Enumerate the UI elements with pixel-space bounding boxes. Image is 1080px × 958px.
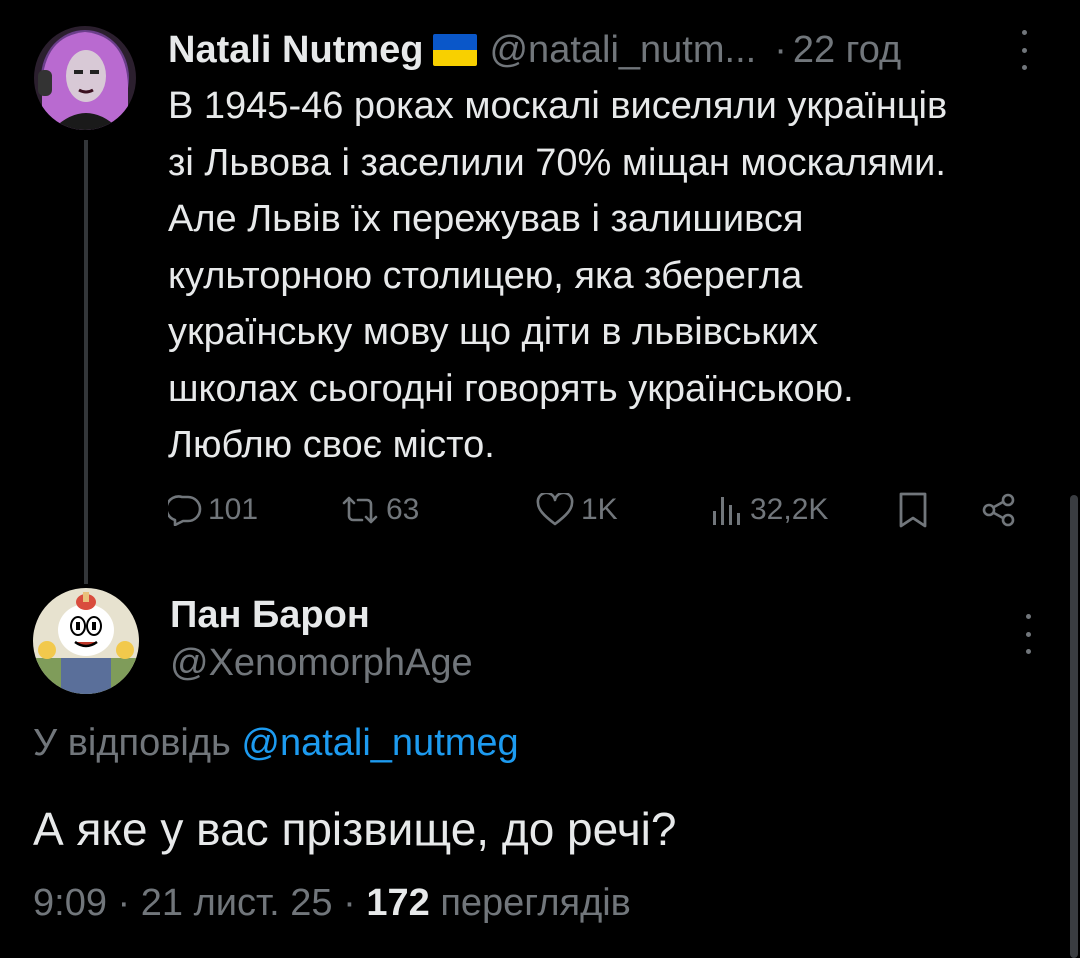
- reply-icon: [168, 495, 202, 526]
- like-count: 1K: [581, 493, 618, 526]
- views-chart-icon: [713, 497, 740, 525]
- tweet-text: В 1945-46 роках москалі виселяли українц…: [168, 78, 1058, 474]
- scrollbar[interactable]: [1070, 495, 1078, 958]
- reply-author-handle[interactable]: @XenomorphAge: [170, 642, 473, 685]
- natali-avatar-image: [34, 26, 136, 130]
- tweet-text-line: Але Львів їх пережував і залишився: [168, 198, 804, 240]
- repost-icon: [342, 496, 378, 524]
- tweet-text-line: українську мову що діти в львівських: [168, 311, 819, 353]
- tweet-author-handle[interactable]: @natali_nutm...: [489, 29, 756, 72]
- natali-avatar[interactable]: [34, 26, 136, 130]
- pan-baron-avatar-image: [33, 588, 139, 694]
- replying-to-mention[interactable]: @natali_nutmeg: [241, 722, 518, 764]
- tweet-text-line: культорною столицею, яка зберегла: [168, 254, 803, 297]
- reply-views-label: переглядів: [440, 882, 631, 924]
- tweet-header: Natali Nutmeg @natali_nutm... · 22 год: [168, 26, 901, 74]
- ukraine-flag-icon: [433, 34, 478, 66]
- heart-icon: [536, 493, 574, 526]
- reply-count: 101: [208, 493, 259, 526]
- reply-more-options-icon[interactable]: [1018, 614, 1038, 654]
- reply-time[interactable]: 9:09: [33, 882, 107, 924]
- pan-baron-avatar[interactable]: [33, 588, 139, 694]
- share-icon: [982, 493, 1015, 527]
- share-button[interactable]: [980, 486, 1020, 534]
- reply-author-name[interactable]: Пан Барон: [170, 594, 370, 637]
- replying-to-line: У відповідь @natali_nutmeg: [33, 722, 519, 765]
- tweet-author-name[interactable]: Natali Nutmeg: [168, 29, 423, 72]
- repost-count: 63: [386, 493, 420, 526]
- reply-views-count: 172: [366, 882, 430, 924]
- reply-date[interactable]: 21 лист. 25: [141, 882, 333, 924]
- bookmark-button[interactable]: [896, 486, 930, 534]
- like-button[interactable]: 1K: [535, 486, 618, 534]
- tweet-text-line: В 1945-46 роках москалі виселяли українц…: [168, 85, 948, 127]
- reply-button[interactable]: 101: [168, 486, 258, 534]
- reply-text: А яке у вас прізвище, до речі?: [33, 803, 677, 855]
- tweet-text-line: Люблю своє місто.: [168, 424, 495, 466]
- bookmark-icon: [899, 492, 927, 528]
- replying-to-label: У відповідь: [33, 722, 242, 764]
- reply-metadata: 9:09 · 21 лист. 25 · 172 переглядів: [33, 882, 631, 924]
- more-options-icon[interactable]: [1014, 30, 1034, 70]
- tweet-action-bar: 101 63 1K 32,2K: [0, 486, 1080, 534]
- header-separator: ·: [774, 28, 787, 71]
- tweet-text-line: школах сьогодні говорять українською.: [168, 367, 854, 410]
- tweet-time[interactable]: 22 год: [793, 29, 901, 72]
- views-button[interactable]: 32,2K: [708, 486, 828, 534]
- repost-button[interactable]: 63: [340, 486, 419, 534]
- tweet-text-line: зі Львова і заселили 70% міщан москалями…: [168, 141, 946, 184]
- views-count: 32,2K: [750, 493, 829, 526]
